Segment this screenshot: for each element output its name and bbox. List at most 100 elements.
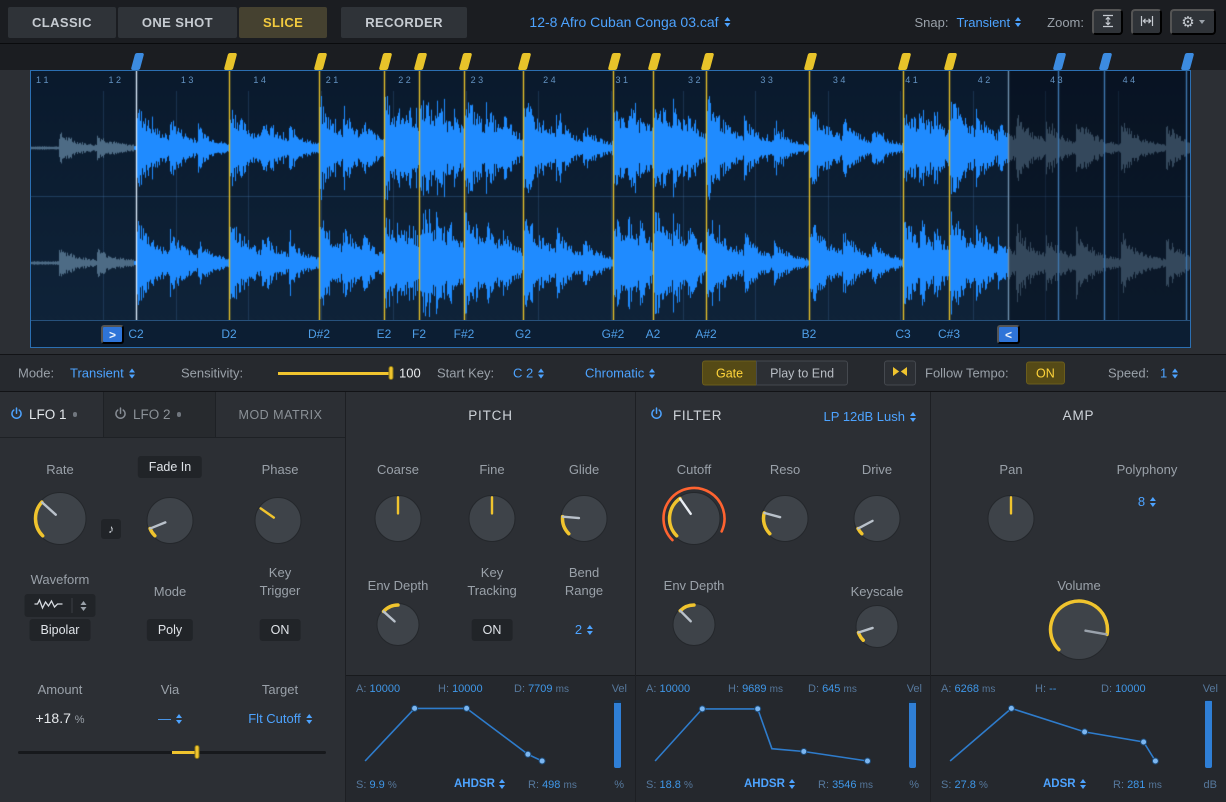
- crossfade-button[interactable]: [884, 361, 916, 386]
- slice-marker-flag[interactable]: [898, 53, 912, 70]
- mode-select[interactable]: Transient: [70, 366, 135, 381]
- attack-readout[interactable]: A: 10000: [356, 683, 400, 695]
- filter-envelope-graph[interactable]: [642, 700, 890, 768]
- power-icon[interactable]: [10, 407, 23, 423]
- velocity-slider[interactable]: [614, 700, 621, 768]
- lfo-phase-knob[interactable]: [246, 489, 310, 558]
- tab-classic[interactable]: CLASSIC: [8, 7, 116, 38]
- slice-key-label[interactable]: E2: [377, 327, 392, 341]
- slice-marker-flag[interactable]: [459, 53, 473, 70]
- pan-knob[interactable]: [979, 487, 1043, 556]
- amount-value[interactable]: +18.7 %: [35, 710, 84, 726]
- slice-marker-flag[interactable]: [648, 53, 662, 70]
- filter-type-select[interactable]: LP 12dB Lush: [824, 409, 916, 424]
- slice-marker-flag[interactable]: [1053, 53, 1067, 70]
- pitch-envelope-graph[interactable]: [352, 700, 600, 768]
- region-start-handle[interactable]: >: [101, 325, 124, 344]
- slice-marker-flag[interactable]: [804, 53, 818, 70]
- sustain-readout[interactable]: S: 18.8 %: [646, 779, 693, 791]
- decay-readout[interactable]: D: 7709 ms: [514, 683, 569, 695]
- slice-marker-flag[interactable]: [314, 53, 328, 70]
- attack-readout[interactable]: A: 6268 ms: [941, 683, 995, 695]
- slice-key-label[interactable]: D#2: [308, 327, 330, 341]
- gate-button[interactable]: Gate: [702, 361, 756, 386]
- coarse-knob[interactable]: [366, 487, 430, 556]
- slice-key-label[interactable]: C3: [895, 327, 910, 341]
- hold-readout[interactable]: H: --: [1035, 683, 1056, 695]
- polarity-select[interactable]: Bipolar: [30, 619, 91, 641]
- lfo-rate-knob[interactable]: [25, 484, 95, 559]
- tab-slice[interactable]: SLICE: [239, 7, 327, 38]
- lfo1-tab[interactable]: LFO 1: [0, 392, 104, 437]
- filter-env-depth-knob[interactable]: [664, 595, 724, 660]
- fine-knob[interactable]: [460, 487, 524, 556]
- action-menu-button[interactable]: ⚙: [1170, 9, 1216, 35]
- sensitivity-slider[interactable]: [278, 366, 392, 380]
- target-select[interactable]: Flt Cutoff: [248, 711, 312, 726]
- mod-matrix-tab[interactable]: MOD MATRIX: [216, 392, 345, 437]
- slice-marker-flag[interactable]: [379, 53, 393, 70]
- tab-recorder[interactable]: RECORDER: [341, 7, 467, 38]
- slice-key-label[interactable]: F#2: [454, 327, 475, 341]
- cutoff-knob[interactable]: [659, 484, 729, 559]
- filter-power-icon[interactable]: [650, 407, 663, 425]
- key-tracking-toggle[interactable]: ON: [472, 619, 513, 641]
- envelope-type-select[interactable]: ADSR: [1043, 778, 1086, 790]
- hold-readout[interactable]: H: 10000: [438, 683, 483, 695]
- reso-knob[interactable]: [753, 487, 817, 556]
- amp-envelope-graph[interactable]: [937, 700, 1185, 768]
- slice-key-label[interactable]: A2: [646, 327, 661, 341]
- polyphony-select[interactable]: 8: [1138, 494, 1156, 509]
- slice-key-label[interactable]: F2: [412, 327, 426, 341]
- slice-key-label[interactable]: G2: [515, 327, 531, 341]
- slice-key-label[interactable]: C2: [128, 327, 143, 341]
- drive-knob[interactable]: [845, 487, 909, 556]
- zoom-horizontal-button[interactable]: [1131, 9, 1162, 35]
- waveform-canvas[interactable]: [31, 71, 1190, 320]
- lfo2-tab[interactable]: LFO 2: [104, 392, 216, 437]
- pitch-env-depth-knob[interactable]: [368, 595, 428, 660]
- region-end-handle[interactable]: <: [997, 325, 1020, 344]
- attack-readout[interactable]: A: 10000: [646, 683, 690, 695]
- slice-key-label[interactable]: A#2: [695, 327, 716, 341]
- volume-knob[interactable]: [1040, 591, 1118, 674]
- slice-marker-flag[interactable]: [131, 53, 145, 70]
- slice-marker-flag[interactable]: [701, 53, 715, 70]
- zoom-vertical-button[interactable]: [1092, 9, 1123, 35]
- envelope-type-select[interactable]: AHDSR: [454, 778, 505, 790]
- follow-tempo-toggle[interactable]: ON: [1026, 362, 1065, 385]
- slice-marker-flag[interactable]: [944, 53, 958, 70]
- slice-key-label[interactable]: B2: [802, 327, 817, 341]
- play-to-end-button[interactable]: Play to End: [756, 361, 848, 386]
- slice-marker-flag[interactable]: [1181, 53, 1195, 70]
- tab-one-shot[interactable]: ONE SHOT: [118, 7, 237, 38]
- fade-mode-select[interactable]: Fade In: [138, 456, 202, 478]
- lfo-amount-slider[interactable]: [18, 745, 326, 759]
- sample-file-selector[interactable]: 12-8 Afro Cuban Conga 03.caf: [529, 0, 730, 44]
- lfo-waveform-select[interactable]: [25, 594, 96, 617]
- keyscale-knob[interactable]: [847, 597, 907, 662]
- release-readout[interactable]: R: 281 ms: [1113, 779, 1162, 791]
- slider-handle[interactable]: [194, 745, 199, 759]
- sustain-readout[interactable]: S: 27.8 %: [941, 779, 988, 791]
- velocity-slider[interactable]: [909, 700, 916, 768]
- slice-marker-flag[interactable]: [608, 53, 622, 70]
- release-readout[interactable]: R: 3546 ms: [818, 779, 873, 791]
- slice-key-label[interactable]: D2: [221, 327, 236, 341]
- slice-marker-flag[interactable]: [518, 53, 532, 70]
- slice-key-label[interactable]: C#3: [938, 327, 960, 341]
- slice-marker-flag[interactable]: [1099, 53, 1113, 70]
- slice-marker-flag[interactable]: [414, 53, 428, 70]
- envelope-type-select[interactable]: AHDSR: [744, 778, 795, 790]
- glide-knob[interactable]: [552, 487, 616, 556]
- bend-range-select[interactable]: 2: [575, 622, 593, 637]
- hold-readout[interactable]: H: 9689 ms: [728, 683, 783, 695]
- velocity-slider[interactable]: [1205, 700, 1212, 768]
- snap-select[interactable]: Transient: [956, 15, 1021, 30]
- start-key-select[interactable]: C 2: [513, 366, 544, 381]
- decay-readout[interactable]: D: 10000: [1101, 683, 1146, 695]
- release-readout[interactable]: R: 498 ms: [528, 779, 577, 791]
- speed-select[interactable]: 1: [1160, 366, 1178, 381]
- slider-handle[interactable]: [388, 366, 393, 380]
- mapping-select[interactable]: Chromatic: [585, 366, 655, 381]
